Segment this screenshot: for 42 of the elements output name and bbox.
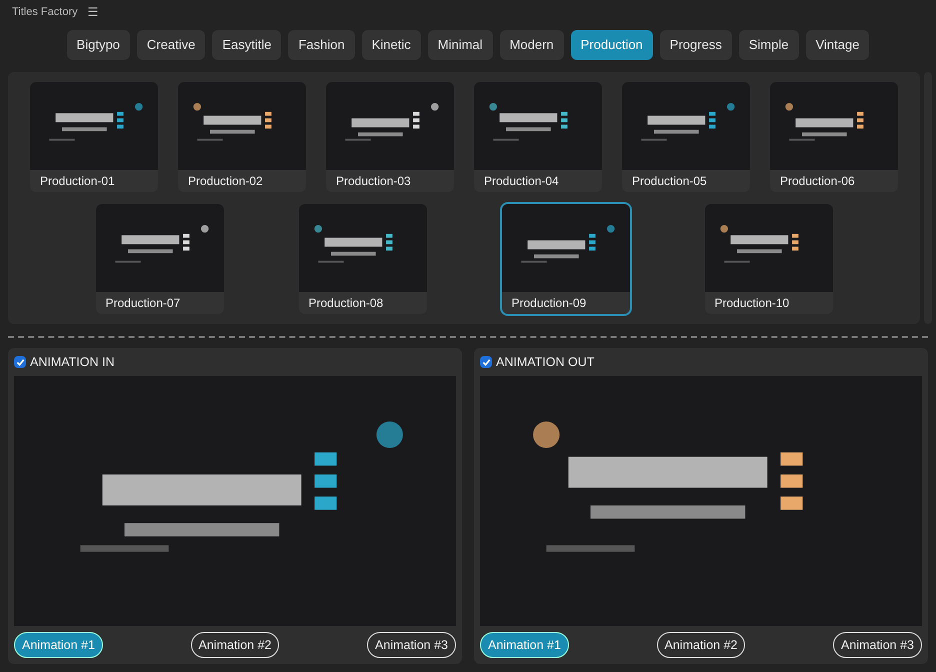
template-card[interactable]: Production-04 xyxy=(474,82,602,192)
template-card[interactable]: Production-07 xyxy=(96,204,224,314)
category-tab[interactable]: Progress xyxy=(660,30,732,60)
animation-preset-button[interactable]: Animation #1 xyxy=(480,632,569,658)
template-card[interactable]: Production-01 xyxy=(30,82,158,192)
template-card[interactable]: Production-03 xyxy=(326,82,454,192)
category-tab[interactable]: Modern xyxy=(500,30,564,60)
category-tab[interactable]: Vintage xyxy=(806,30,870,60)
template-name: Production-03 xyxy=(335,173,412,190)
template-name: Production-07 xyxy=(104,295,182,312)
animation-preset-button[interactable]: Animation #1 xyxy=(14,632,103,658)
template-name: Production-02 xyxy=(187,173,264,190)
template-card[interactable]: Production-08 xyxy=(298,204,426,314)
category-tab[interactable]: Simple xyxy=(738,30,799,60)
animation-preset-button[interactable]: Animation #2 xyxy=(656,632,746,658)
category-tab[interactable]: Fashion xyxy=(288,30,355,60)
template-name: Production-10 xyxy=(714,295,790,312)
category-tab[interactable]: Kinetic xyxy=(362,30,421,60)
panel-label: ANIMATION OUT xyxy=(496,354,594,371)
template-name: Production-01 xyxy=(39,173,116,190)
checkbox[interactable] xyxy=(14,356,26,368)
category-tab[interactable]: Creative xyxy=(136,30,206,60)
category-tab[interactable]: Production xyxy=(570,30,653,60)
animation-preset-button[interactable]: Animation #3 xyxy=(833,632,922,658)
animation-preset-button[interactable]: Animation #2 xyxy=(190,632,280,658)
template-name: Production-04 xyxy=(483,173,560,190)
template-name: Production-06 xyxy=(779,173,856,190)
template-name: Production-05 xyxy=(631,173,708,190)
template-card[interactable]: Production-06 xyxy=(770,82,898,192)
panel-label: ANIMATION IN xyxy=(30,354,114,371)
category-tab[interactable]: Easytitle xyxy=(212,30,282,60)
window-title: Titles Factory xyxy=(12,4,78,20)
template-card[interactable]: Production-05 xyxy=(622,82,750,192)
template-name: Production-08 xyxy=(308,295,384,312)
template-card[interactable]: Production-10 xyxy=(704,204,832,314)
category-tab[interactable]: Bigtypo xyxy=(66,30,130,60)
template-card[interactable]: Production-09 xyxy=(502,204,630,314)
template-name: Production-09 xyxy=(510,295,588,312)
category-tab[interactable]: Minimal xyxy=(428,30,493,60)
animation-preset-button[interactable]: Animation #3 xyxy=(367,632,456,658)
template-card[interactable]: Production-02 xyxy=(178,82,306,192)
checkbox[interactable] xyxy=(480,356,492,368)
